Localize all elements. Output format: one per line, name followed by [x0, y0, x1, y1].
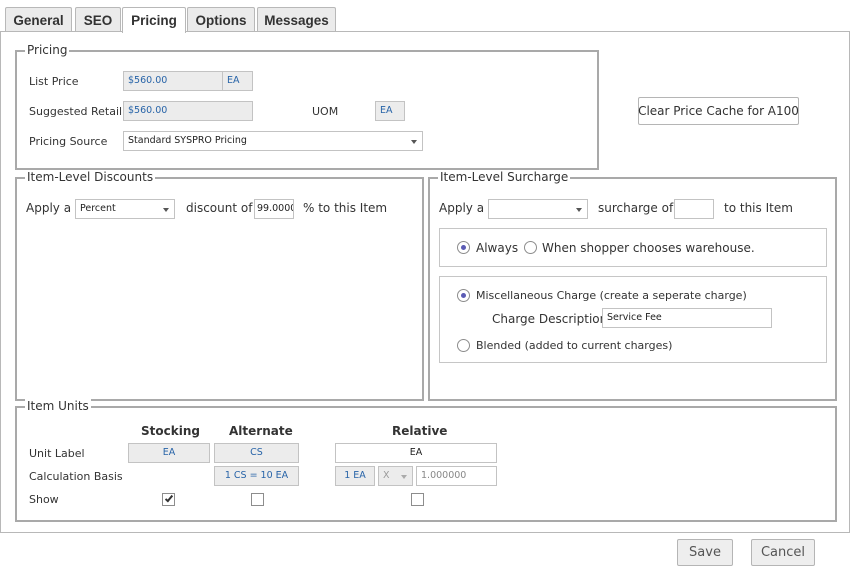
pricing-source-label: Pricing Source	[29, 135, 108, 148]
warehouse-radio[interactable]	[524, 241, 537, 254]
relative-factor-input[interactable]: 1.000000	[416, 466, 497, 486]
discounts-legend: Item-Level Discounts	[25, 170, 156, 185]
tab-pricing[interactable]: Pricing	[122, 7, 186, 33]
suggested-retail-value: $560.00	[123, 101, 253, 121]
warehouse-label: When shopper chooses warehouse.	[542, 241, 755, 255]
uom-value: EA	[375, 101, 405, 121]
tab-general[interactable]: General	[5, 7, 72, 32]
row-unit-label: Unit Label	[29, 447, 85, 460]
show-relative-checkbox[interactable]	[411, 493, 424, 506]
pricing-fieldset: Pricing List Price $560.00 EA Suggested …	[15, 43, 599, 170]
discount-apply-label: Apply a	[26, 201, 72, 215]
relative-unit-input[interactable]: EA	[335, 443, 497, 463]
surcharge-type-select[interactable]	[488, 199, 588, 219]
surcharge-of-label: surcharge of	[598, 201, 674, 215]
item-units-fieldset: Item Units Stocking Alternate Relative U…	[15, 399, 837, 522]
check-icon	[164, 493, 174, 503]
relative-operator-select[interactable]: X	[378, 466, 413, 486]
clear-price-cache-button[interactable]: Clear Price Cache for A100	[638, 97, 799, 125]
misc-charge-label: Miscellaneous Charge (create a seperate …	[476, 289, 747, 302]
surcharge-fieldset: Item-Level Surcharge Apply a surcharge o…	[428, 170, 837, 401]
pricing-source-select[interactable]: Standard SYSPRO Pricing	[123, 131, 423, 151]
discount-type-select[interactable]: Percent	[75, 199, 175, 219]
cancel-button[interactable]: Cancel	[751, 539, 815, 566]
tab-options[interactable]: Options	[187, 7, 255, 32]
tab-messages[interactable]: Messages	[257, 7, 336, 32]
charge-description-input[interactable]: Service Fee	[602, 308, 772, 328]
list-price-label: List Price	[29, 75, 79, 88]
suggested-retail-label: Suggested Retail	[29, 105, 123, 118]
save-button[interactable]: Save	[677, 539, 733, 566]
discount-type-value: Percent	[80, 203, 116, 214]
chevron-down-icon	[163, 208, 169, 212]
alternate-unit: CS	[214, 443, 299, 463]
surcharge-charge-box: Miscellaneous Charge (create a seperate …	[439, 276, 827, 363]
col-stocking-header: Stocking	[141, 424, 200, 438]
discounts-fieldset: Item-Level Discounts Apply a Percent dis…	[15, 170, 424, 401]
relative-calc-prefix: 1 EA	[335, 466, 375, 486]
relative-operator-value: X	[383, 470, 390, 481]
row-calc-basis: Calculation Basis	[29, 470, 123, 483]
uom-label: UOM	[312, 105, 339, 118]
stocking-unit: EA	[128, 443, 210, 463]
tab-panel-pricing: Pricing List Price $560.00 EA Suggested …	[0, 31, 850, 533]
col-relative-header: Relative	[392, 424, 448, 438]
show-stocking-checkbox[interactable]	[162, 493, 175, 506]
discount-suffix-label: % to this Item	[303, 201, 388, 215]
col-alternate-header: Alternate	[229, 424, 293, 438]
blended-label: Blended (added to current charges)	[476, 339, 673, 352]
chevron-down-icon	[411, 140, 417, 144]
surcharge-legend: Item-Level Surcharge	[438, 170, 571, 185]
always-label: Always	[476, 241, 519, 255]
chevron-down-icon	[576, 208, 582, 212]
blended-radio[interactable]	[457, 339, 470, 352]
surcharge-apply-label: Apply a	[439, 201, 485, 215]
surcharge-amount-input[interactable]	[674, 199, 714, 219]
tab-seo[interactable]: SEO	[75, 7, 121, 32]
pricing-source-value: Standard SYSPRO Pricing	[128, 135, 247, 146]
show-alternate-checkbox[interactable]	[251, 493, 264, 506]
list-price-uom: EA	[222, 71, 253, 91]
charge-description-label: Charge Description:	[492, 312, 612, 326]
surcharge-suffix-label: to this Item	[724, 201, 793, 215]
item-units-legend: Item Units	[25, 399, 91, 414]
list-price-value: $560.00	[123, 71, 223, 91]
surcharge-when-box: Always When shopper chooses warehouse.	[439, 228, 827, 267]
discount-of-label: discount of	[186, 201, 253, 215]
always-radio[interactable]	[457, 241, 470, 254]
discount-amount-input[interactable]: 99.0000	[254, 199, 294, 219]
chevron-down-icon	[401, 475, 407, 479]
pricing-legend: Pricing	[25, 43, 70, 58]
row-show: Show	[29, 493, 59, 506]
alternate-calc: 1 CS = 10 EA	[214, 466, 299, 486]
misc-charge-radio[interactable]	[457, 289, 470, 302]
